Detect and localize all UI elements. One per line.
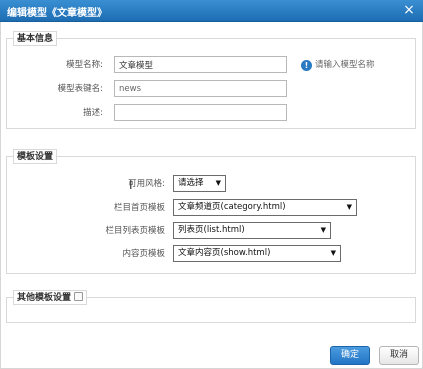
model-name-hint: ! 请输入模型名称 (301, 58, 375, 72)
table-name-input[interactable] (114, 80, 287, 97)
style-label: 可用风格: (128, 179, 165, 189)
other-settings-checkbox[interactable] (74, 292, 84, 301)
column-home-label: 栏目首页模板 (113, 203, 165, 213)
close-icon[interactable]: × (402, 2, 416, 18)
other-settings-section: 其他模板设置 (6, 290, 416, 323)
column-list-select-value: 列表页(list.html) (178, 225, 245, 235)
model-name-input[interactable] (114, 56, 287, 73)
edit-model-dialog: 编辑模型《文章模型》 × 基本信息 模型名称: !请输入模型名称 模型表键名: … (0, 0, 423, 369)
basic-info-legend: 基本信息 (13, 31, 58, 46)
style-select-value: 请选择 (178, 178, 204, 188)
content-select[interactable]: 文章内容页(show.html) ▼ (173, 245, 341, 262)
model-name-label: 模型名称: (66, 60, 103, 70)
description-input[interactable] (114, 104, 287, 121)
content-select-value: 文章内容页(show.html) (178, 248, 271, 258)
cancel-button[interactable]: 取消 (379, 346, 419, 365)
column-list-label: 栏目列表页模板 (105, 226, 165, 236)
column-home-select-value: 文章频道页(category.html) (178, 202, 286, 212)
content-label: 内容页模板 (122, 249, 165, 259)
info-icon: ! (301, 60, 312, 71)
ok-button[interactable]: 确定 (330, 346, 370, 365)
description-label: 描述: (83, 108, 103, 118)
template-settings-section: 模板设置 可用风格: I 请选择 ▼ 栏目首页模板 文章频道页(category… (6, 149, 416, 274)
template-settings-legend: 模板设置 (13, 149, 58, 164)
text-cursor-icon: I (129, 178, 133, 192)
dialog-titlebar: 编辑模型《文章模型》 × (0, 0, 423, 22)
style-select[interactable]: 请选择 ▼ (173, 175, 226, 192)
basic-info-section: 基本信息 模型名称: !请输入模型名称 模型表键名: 描述: (6, 31, 416, 129)
other-settings-legend: 其他模板设置 (13, 290, 88, 305)
table-name-label: 模型表键名: (57, 84, 103, 94)
other-settings-legend-text: 其他模板设置 (17, 293, 72, 303)
chevron-down-icon: ▼ (330, 249, 336, 257)
chevron-down-icon: ▼ (215, 179, 221, 187)
column-home-select[interactable]: 文章频道页(category.html) ▼ (173, 199, 357, 216)
dialog-title: 编辑模型《文章模型》 (7, 8, 107, 19)
chevron-down-icon: ▼ (320, 226, 326, 234)
model-name-hint-text: 请输入模型名称 (315, 60, 375, 70)
column-list-select[interactable]: 列表页(list.html) ▼ (173, 222, 331, 239)
chevron-down-icon: ▼ (346, 203, 352, 211)
